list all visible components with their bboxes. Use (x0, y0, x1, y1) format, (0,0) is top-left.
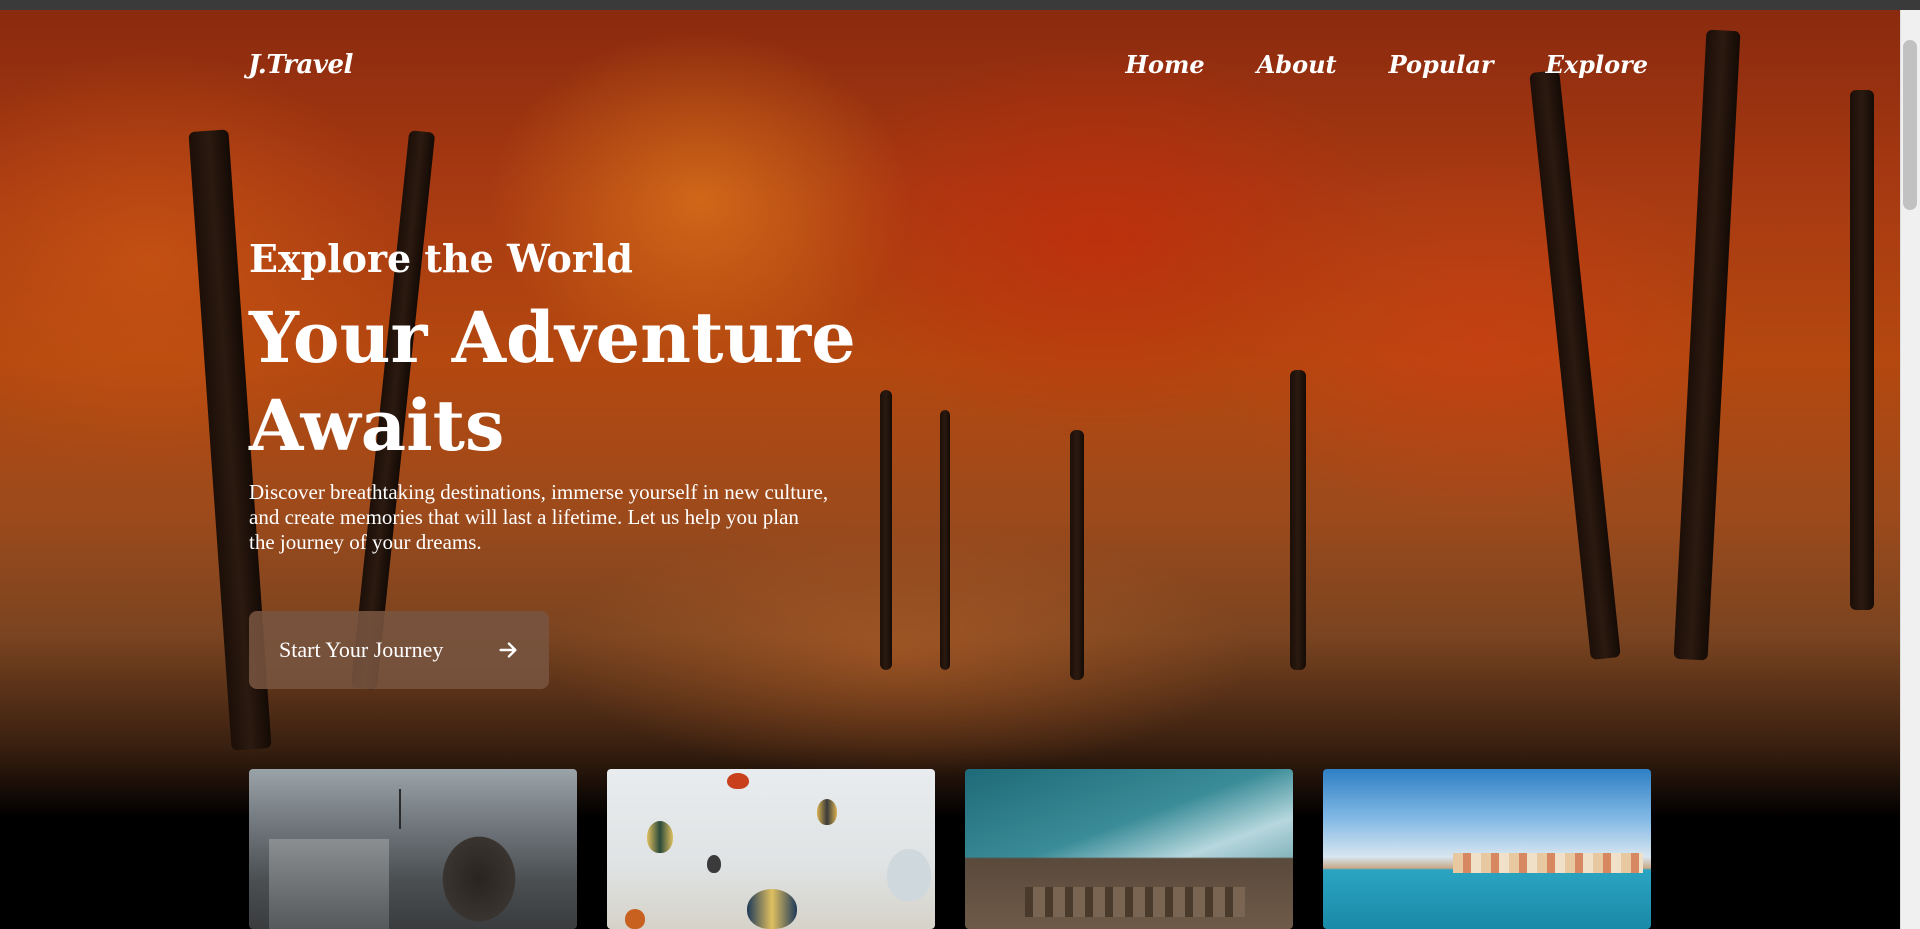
colosseum-arches (1025, 887, 1245, 917)
hero-headline: Your Adventure Awaits (249, 294, 869, 470)
destination-cards (249, 769, 1651, 929)
balloon (747, 889, 797, 929)
nav-about-link[interactable]: About (1257, 50, 1337, 79)
scrollbar[interactable] (1900, 10, 1920, 929)
start-journey-label: Start Your Journey (279, 637, 444, 662)
destination-card-balloons[interactable] (607, 769, 935, 929)
balloon (817, 799, 837, 825)
building-spire (399, 789, 401, 829)
tree-trunk (880, 390, 892, 670)
hero-eyebrow: Explore the World (249, 236, 633, 281)
tree-trunk (1070, 430, 1084, 680)
balloon (625, 909, 645, 929)
building-block (269, 839, 389, 929)
nav-popular-link[interactable]: Popular (1389, 50, 1494, 79)
nav-home-link[interactable]: Home (1125, 50, 1204, 79)
scrollbar-thumb[interactable] (1903, 40, 1917, 210)
balloon (727, 773, 749, 789)
hero-headline-line1: Your Adventure (249, 295, 856, 379)
destination-card-coast[interactable] (1323, 769, 1651, 929)
tree-trunk (1850, 90, 1874, 610)
site-logo[interactable]: J.Travel (248, 50, 353, 80)
hero-subtext: Discover breathtaking destinations, imme… (249, 479, 829, 554)
coastal-houses (1453, 853, 1643, 873)
arrow-right-icon (499, 642, 517, 658)
balloon (647, 821, 673, 853)
destination-card-madrid[interactable] (249, 769, 577, 929)
nav-links: Home About Popular Explore (1125, 50, 1648, 79)
navbar: J.Travel Home About Popular Explore (248, 46, 1648, 86)
balloon (707, 855, 721, 873)
destination-card-colosseum[interactable] (965, 769, 1293, 929)
tree-trunk (1529, 70, 1621, 660)
nav-explore-link[interactable]: Explore (1546, 50, 1648, 79)
hero-headline-line2: Awaits (249, 383, 505, 467)
browser-top-strip (0, 0, 1920, 10)
hero-content: Explore the World Your Adventure Awaits … (249, 236, 869, 555)
tree-trunk (1673, 29, 1741, 661)
tree-trunk (940, 410, 950, 670)
start-journey-button[interactable]: Start Your Journey (249, 611, 549, 689)
tree-trunk (1290, 370, 1306, 670)
balloon (887, 849, 931, 901)
